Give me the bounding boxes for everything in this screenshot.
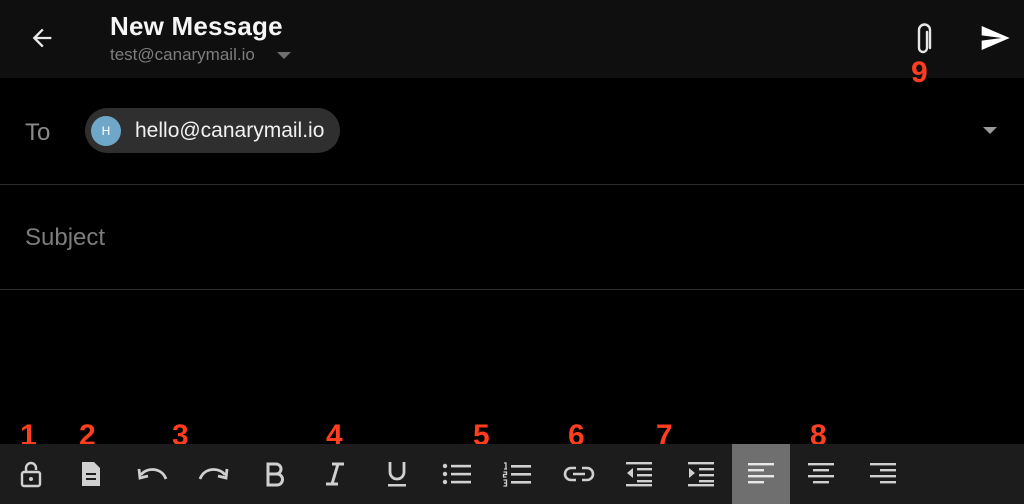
link-button[interactable] [550, 444, 608, 504]
align-left-icon [748, 463, 774, 484]
compose-header: New Message test@canarymail.io [0, 0, 1024, 78]
redo-button[interactable] [184, 444, 242, 504]
to-label: To [25, 119, 51, 146]
attach-button[interactable] [905, 20, 941, 60]
subject-row [0, 185, 1024, 290]
undo-icon [137, 468, 168, 480]
outdent-button[interactable] [610, 444, 668, 504]
template-button[interactable] [62, 444, 120, 504]
formatting-toolbar [0, 444, 1024, 504]
arrow-left-icon [32, 28, 52, 48]
italic-button[interactable] [306, 444, 364, 504]
page-title: New Message [110, 11, 283, 41]
align-right-button[interactable] [854, 444, 912, 504]
send-button[interactable] [972, 18, 1018, 58]
document-icon [82, 462, 100, 486]
align-center-button[interactable] [792, 444, 850, 504]
recipient-email: hello@canarymail.io [135, 118, 325, 142]
outdent-icon [626, 462, 652, 487]
bold-icon [266, 462, 284, 487]
underline-icon [388, 462, 406, 487]
link-icon [563, 466, 595, 482]
indent-button[interactable] [672, 444, 730, 504]
chevron-down-icon [276, 51, 291, 59]
annotation-9: 9 [911, 56, 928, 89]
subject-input[interactable] [25, 221, 985, 255]
align-center-icon [808, 463, 834, 484]
bullet-list-icon [442, 463, 471, 485]
align-right-icon [870, 463, 896, 484]
undo-button[interactable] [124, 444, 182, 504]
numbered-list-button[interactable] [488, 444, 546, 504]
back-button[interactable] [22, 18, 62, 58]
italic-icon [326, 462, 344, 486]
from-email: test@canarymail.io [110, 45, 255, 64]
numbered-list-icon [502, 462, 531, 487]
underline-button[interactable] [368, 444, 426, 504]
paperclip-icon [917, 23, 932, 54]
lock-icon [20, 461, 42, 488]
expand-recipients-icon[interactable] [983, 127, 997, 134]
bullet-list-button[interactable] [428, 444, 486, 504]
encrypt-button[interactable] [2, 444, 60, 504]
from-account-selector[interactable]: test@canarymail.io [110, 45, 291, 65]
recipient-chip[interactable]: H hello@canarymail.io [85, 108, 341, 153]
send-icon [981, 26, 1010, 50]
to-field-row: To H hello@canarymail.io [0, 78, 1024, 185]
indent-icon [688, 462, 714, 487]
bold-button[interactable] [246, 444, 304, 504]
message-body[interactable] [0, 290, 1024, 440]
redo-icon [198, 468, 229, 480]
avatar: H [91, 115, 121, 146]
align-left-button[interactable] [732, 444, 790, 504]
